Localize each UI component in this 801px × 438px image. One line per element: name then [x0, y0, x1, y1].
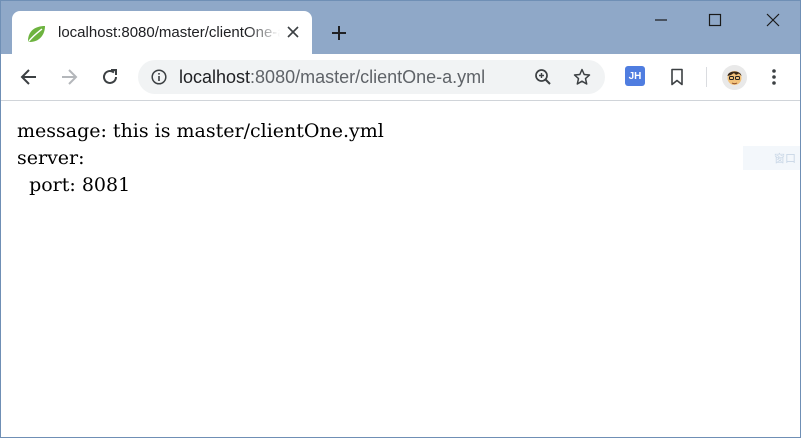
star-icon[interactable] [572, 67, 592, 87]
back-button[interactable] [17, 65, 41, 89]
yaml-line: message: this is master/clientOne.yml [17, 120, 384, 142]
yaml-line: server: [17, 147, 85, 169]
maximize-icon[interactable] [702, 9, 728, 31]
close-icon[interactable] [284, 23, 302, 41]
toolbar-divider [706, 67, 707, 87]
menu-icon[interactable] [762, 65, 786, 89]
browser-toolbar: localhost:8080/master/clientOne-a.yml JH [1, 54, 800, 101]
close-icon[interactable] [760, 9, 786, 31]
url-path: :8080/master/clientOne-a.yml [250, 67, 486, 87]
side-hint: 窗口 [743, 146, 800, 170]
reload-button[interactable] [98, 65, 122, 89]
bookmark-icon[interactable] [665, 65, 689, 89]
minimize-icon[interactable] [648, 9, 674, 31]
browser-window: localhost:8080/master/clientOne-a.yml [0, 0, 801, 438]
yaml-line: port: 8081 [17, 174, 131, 196]
forward-button[interactable] [57, 65, 81, 89]
page-content: message: this is master/clientOne.yml se… [1, 101, 800, 437]
spring-leaf-icon [25, 23, 47, 45]
yaml-text: message: this is master/clientOne.yml se… [17, 118, 384, 199]
url-text[interactable]: localhost:8080/master/clientOne-a.yml [179, 67, 485, 88]
tab-title: localhost:8080/master/clientOne-a.yml [58, 24, 280, 41]
url-host: localhost [179, 67, 251, 87]
info-icon[interactable] [151, 69, 167, 85]
new-tab-button[interactable] [327, 21, 351, 45]
zoom-icon[interactable] [533, 67, 553, 87]
address-bar[interactable]: localhost:8080/master/clientOne-a.yml [138, 60, 605, 94]
jh-extension-icon[interactable]: JH [625, 66, 645, 86]
avatar[interactable] [722, 65, 747, 90]
title-bar: localhost:8080/master/clientOne-a.yml [1, 1, 800, 54]
browser-tab[interactable]: localhost:8080/master/clientOne-a.yml [12, 11, 312, 54]
